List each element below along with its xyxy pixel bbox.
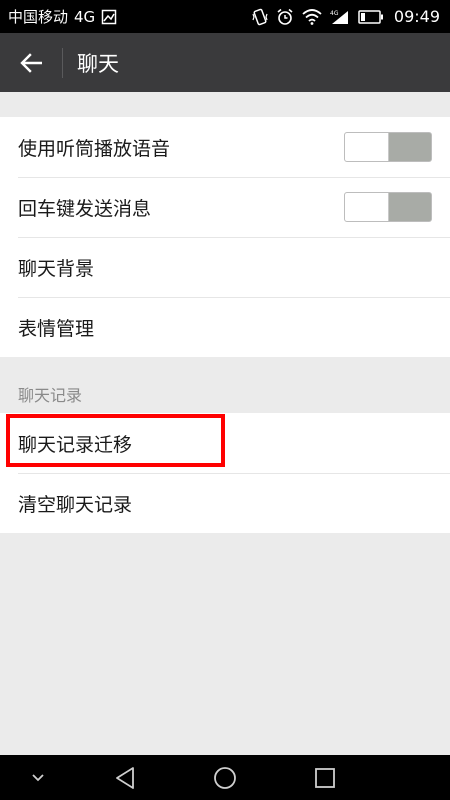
- network-type: 4G: [74, 7, 96, 26]
- setting-label: 清空聊天记录: [18, 493, 133, 516]
- earpiece-playback-toggle[interactable]: [344, 132, 432, 162]
- nav-collapse-button[interactable]: [8, 755, 68, 800]
- setting-chat-history-migration[interactable]: 聊天记录迁移: [0, 413, 450, 473]
- alarm-icon: [276, 8, 294, 26]
- setting-enter-to-send[interactable]: 回车键发送消息: [0, 177, 450, 237]
- setting-label: 聊天记录迁移: [18, 433, 133, 456]
- signal-4g-icon: 4G: [330, 9, 350, 25]
- svg-text:4G: 4G: [330, 10, 339, 17]
- app-bar-divider: [62, 47, 63, 78]
- setting-label: 回车键发送消息: [18, 197, 152, 220]
- setting-sticker-management[interactable]: 表情管理: [0, 297, 450, 357]
- triangle-back-icon: [116, 766, 134, 789]
- clock-time: 09:49: [393, 7, 440, 26]
- setting-label: 聊天背景: [18, 257, 95, 280]
- image-notification-icon: [101, 9, 117, 25]
- nav-back-button[interactable]: [95, 755, 155, 800]
- arrow-left-icon: [20, 52, 42, 73]
- setting-clear-chat-history[interactable]: 清空聊天记录: [0, 473, 450, 533]
- back-button[interactable]: [0, 33, 62, 92]
- vibrate-icon: [252, 8, 268, 26]
- status-bar-left: 中国移动 4G: [8, 6, 117, 27]
- app-bar: 聊天: [0, 33, 450, 92]
- nav-home-button[interactable]: [195, 755, 255, 800]
- setting-label: 使用听筒播放语音: [18, 137, 171, 160]
- carrier-name: 中国移动: [8, 8, 69, 26]
- status-bar: 中国移动 4G 4G 09:49: [0, 0, 450, 33]
- enter-to-send-toggle[interactable]: [344, 192, 432, 222]
- status-bar-right: 4G 09:49: [252, 7, 440, 26]
- nav-recent-apps-button[interactable]: [295, 755, 355, 800]
- square-recent-icon: [315, 767, 335, 788]
- chat-records-list: 聊天记录迁移 清空聊天记录: [0, 413, 450, 533]
- system-nav-bar: [0, 755, 450, 800]
- wifi-icon: [302, 8, 322, 25]
- chat-records-section-header: 聊天记录: [18, 386, 83, 405]
- setting-earpiece-playback[interactable]: 使用听筒播放语音: [0, 117, 450, 177]
- page-title: 聊天: [77, 51, 119, 76]
- setting-chat-background[interactable]: 聊天背景: [0, 237, 450, 297]
- toggle-knob: [345, 193, 389, 221]
- battery-icon: [358, 9, 384, 24]
- chevron-down-icon: [32, 773, 44, 781]
- toggle-knob: [345, 133, 389, 161]
- chat-settings-list: 使用听筒播放语音 回车键发送消息 聊天背景 表情管理: [0, 117, 450, 357]
- circle-home-icon: [214, 766, 236, 789]
- setting-label: 表情管理: [18, 317, 95, 340]
